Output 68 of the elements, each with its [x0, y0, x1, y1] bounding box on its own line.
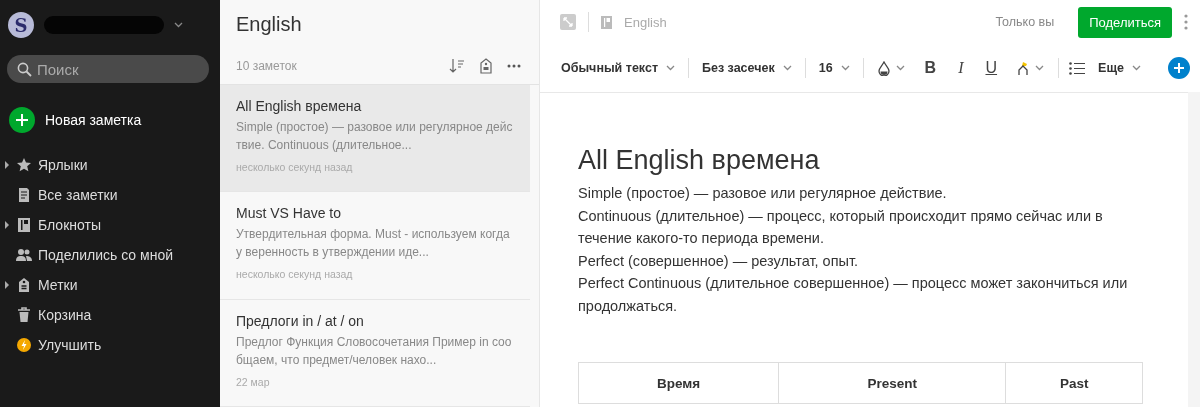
- dropdown-button[interactable]: Еще: [1095, 59, 1144, 77]
- chevron-icon: [666, 65, 675, 71]
- note-snippet: Предлог Функция Словосочетания Пример in соо бщаем, что предмет/человек нахо...: [236, 333, 513, 369]
- note-count: 10 заметок: [236, 58, 298, 73]
- star-icon: [16, 157, 32, 173]
- sidebar-item[interactable]: Блокноты: [38, 217, 101, 233]
- note-paragraph: Perfect (совершенное) — результат, опыт.: [578, 251, 859, 271]
- sidebar-item[interactable]: Ярлыки: [38, 157, 88, 173]
- note-heading: All English времена: [578, 145, 821, 176]
- plus-icon: [1174, 63, 1184, 73]
- sidebar-item[interactable]: Улучшить: [38, 337, 102, 353]
- expand-arrow-icon[interactable]: [4, 221, 10, 229]
- table-header: Present: [778, 362, 1006, 404]
- dropdown-button[interactable]: Обычный текст: [558, 59, 678, 77]
- note-paragraph: Simple (простое) — разовое или регулярное действие.: [578, 184, 948, 203]
- note-time: несколько секунд назад: [236, 268, 354, 281]
- plus-icon: [9, 107, 35, 133]
- dropdown-button[interactable]: 16: [815, 59, 853, 77]
- format-button[interactable]: U: [979, 57, 1004, 79]
- format-button[interactable]: B: [918, 57, 943, 79]
- bullet-list-icon[interactable]: [1069, 61, 1086, 75]
- trash-icon: [16, 307, 32, 323]
- note-snippet: Simple (простое) — разовое или регулярное дейс твие. Continuous (длительное...: [236, 119, 514, 155]
- lightning-icon: [16, 337, 32, 353]
- tag-icon: [16, 277, 32, 293]
- book-icon: [16, 217, 32, 233]
- add-button[interactable]: [1168, 57, 1190, 79]
- sidebar-item[interactable]: Поделились со мной: [38, 247, 173, 263]
- notebook-title: English: [235, 12, 303, 37]
- note-paragraph: Continuous (длительное) — процесс, который происходит прямо сейчас или в течение какого-то периода времени.: [578, 206, 1104, 248]
- chevron-icon: [895, 65, 905, 71]
- expand-arrow-icon[interactable]: [4, 281, 10, 289]
- note-paragraph: Perfect Continuous (длительное совершенное) — процесс может закончиться или продолжаться.: [578, 274, 1129, 316]
- drop-icon: [877, 60, 890, 76]
- sharing-status[interactable]: Только вы: [995, 15, 1055, 29]
- sort-icon[interactable]: [449, 57, 465, 74]
- note-title: All English времена: [236, 98, 363, 115]
- chevron-icon: [782, 65, 792, 71]
- tag-icon[interactable]: [479, 57, 493, 74]
- new-note-button[interactable]: Новая заметка: [9, 107, 142, 133]
- format-button[interactable]: I: [952, 57, 970, 79]
- sidebar-item[interactable]: Все заметки: [38, 187, 118, 203]
- table-header: Время: [578, 362, 779, 404]
- chevron-icon: [1035, 65, 1045, 71]
- chevron-icon: [1131, 65, 1141, 71]
- note-time: несколько секунд назад: [236, 161, 354, 174]
- note-card[interactable]: Предлоги in / at / on Предлог Функция Словосочетания Пример in соо бщаем, что предмет/человек нахо... 22 мар: [220, 299, 530, 407]
- note-card[interactable]: Must VS Have to Утвердительная форма. Must - используем когда у веренность в утверждении иде... несколько секунд назад: [220, 192, 530, 300]
- account-avatar[interactable]: S: [8, 12, 34, 38]
- note-title: Предлоги in / at / on: [236, 312, 365, 329]
- chevron-icon: [174, 22, 183, 28]
- sidebar-item[interactable]: Метки: [38, 277, 78, 293]
- people-icon: [16, 247, 32, 263]
- notebook-icon: [601, 15, 612, 29]
- document-icon: [16, 187, 32, 203]
- note-title: Must VS Have to: [236, 205, 343, 222]
- expand-arrow-icon[interactable]: [4, 161, 10, 169]
- search-field[interactable]: Поиск: [7, 55, 209, 83]
- search-icon: [17, 62, 32, 77]
- chevron-icon: [840, 65, 850, 71]
- note-time: 22 мар: [236, 375, 271, 388]
- more-icon[interactable]: [507, 63, 521, 68]
- note-card[interactable]: All English времена Simple (простое) — разовое или регулярное дейс твие. Continuous (длительное... несколько секунд назад: [220, 85, 530, 193]
- table-header: Past: [1005, 362, 1143, 404]
- note-snippet: Утвердительная форма. Must - используем когда у веренность в утверждении иде...: [236, 226, 511, 262]
- sidebar-item[interactable]: Корзина: [38, 307, 92, 323]
- dropdown-button[interactable]: Без засечек: [699, 59, 795, 77]
- highlighter-icon: [1017, 60, 1030, 76]
